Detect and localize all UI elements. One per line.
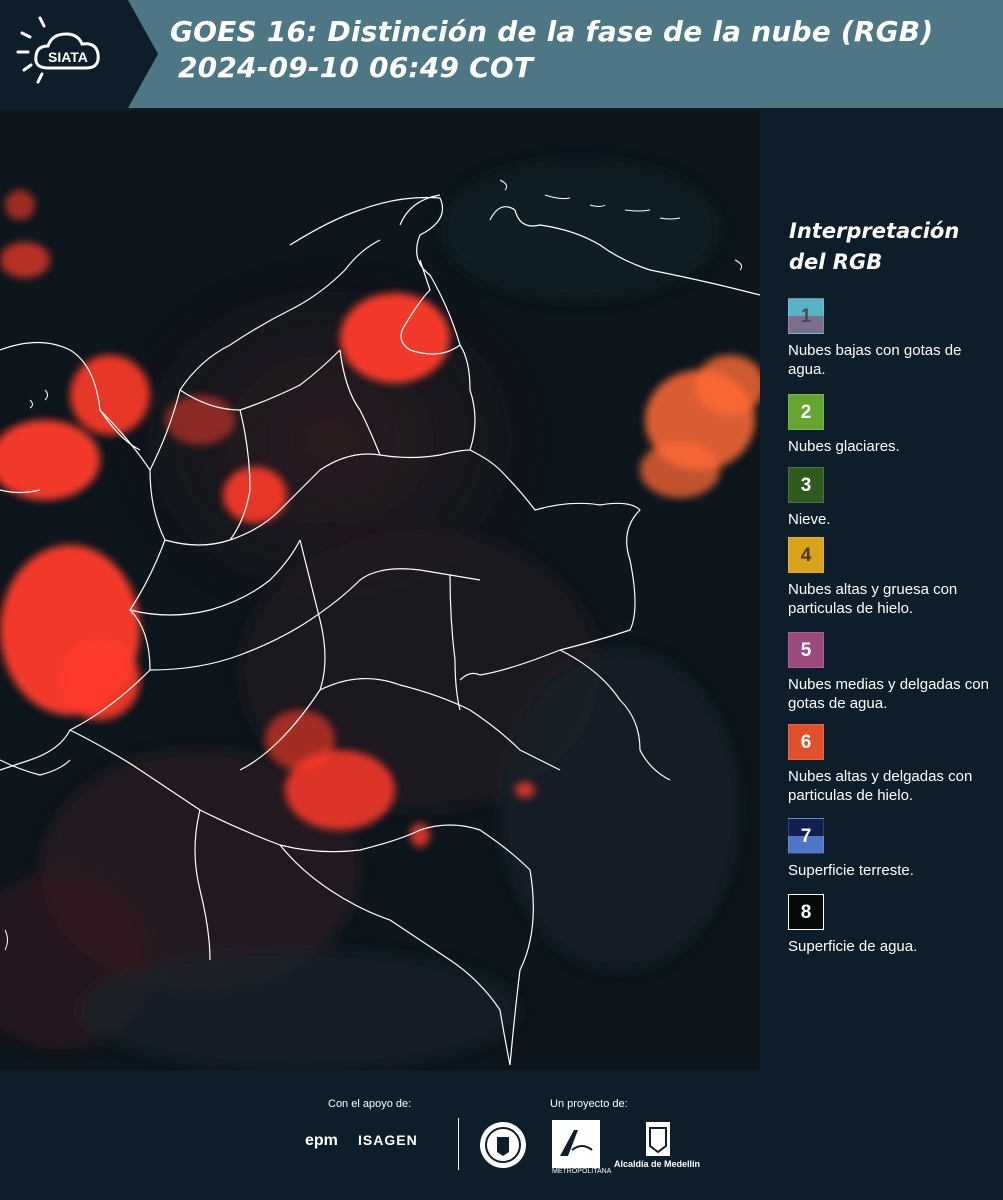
isagen-logo: ISAGEN bbox=[358, 1132, 418, 1148]
satellite-map bbox=[0, 110, 760, 1070]
page-title: GOES 16: Distinción de la fase de la nub… bbox=[170, 14, 933, 86]
legend-swatch-3: 3 bbox=[788, 467, 824, 503]
legend-number: 6 bbox=[800, 732, 812, 753]
legend-number: 3 bbox=[800, 475, 812, 496]
legend-label: Nubes glaciares. bbox=[788, 438, 900, 455]
legend-item-8: 8 Superficie de agua. bbox=[788, 894, 1003, 956]
legend-number: 8 bbox=[800, 902, 812, 923]
legend-item-5: 5 Nubes medias y delgadas con gotas de a… bbox=[788, 632, 1003, 713]
legend-number: 1 bbox=[800, 306, 812, 327]
legend-label: Superficie de agua. bbox=[788, 938, 918, 955]
legend-item-1: 1 Nubes bajas con gotas de agua. bbox=[788, 298, 1003, 379]
svg-text:SIATA: SIATA bbox=[48, 49, 88, 65]
epm-logo: epm bbox=[305, 1132, 338, 1149]
legend-panel: Interpretación del RGB 1 Nubes bajas con… bbox=[762, 110, 1003, 1070]
legend-label: Nubes medias y delgadas con gotas de agu… bbox=[788, 676, 989, 712]
legend-item-2: 2 Nubes glaciares. bbox=[788, 394, 1003, 456]
footer: Con el apoyo de: Un proyecto de: epm ISA… bbox=[0, 1070, 1003, 1200]
area-metropolitana-text: METROPOLITANA bbox=[552, 1168, 612, 1175]
legend-item-4: 4 Nubes altas y gruesa con particulas de… bbox=[788, 537, 1003, 618]
title-line-1: GOES 16: Distinción de la fase de la nub… bbox=[170, 15, 934, 48]
legend-number: 5 bbox=[800, 640, 812, 661]
seal-icon bbox=[480, 1122, 526, 1168]
alcaldia-text: Alcaldía de Medellín bbox=[614, 1159, 701, 1169]
legend-item-6: 6 Nubes altas y delgadas con particulas … bbox=[788, 724, 1003, 805]
legend-item-7: 7 Superficie terreste. bbox=[788, 818, 1003, 880]
legend-swatch-6: 6 bbox=[788, 724, 824, 760]
alcaldia-shield-icon bbox=[646, 1122, 670, 1156]
legend-label: Nubes altas y gruesa con particulas de h… bbox=[788, 581, 958, 617]
support-label: Con el apoyo de: bbox=[328, 1098, 412, 1110]
legend-number: 2 bbox=[800, 402, 812, 423]
legend-swatch-4: 4 bbox=[788, 537, 824, 573]
area-metropolitana-logo bbox=[552, 1120, 600, 1168]
legend-number: 7 bbox=[800, 826, 812, 847]
title-line-2: 2024-09-10 06:49 COT bbox=[178, 51, 534, 84]
legend-swatch-5: 5 bbox=[788, 632, 824, 668]
legend-label: Nubes bajas con gotas de agua. bbox=[788, 342, 962, 378]
footer-divider bbox=[458, 1118, 459, 1170]
legend-swatch-1: 1 bbox=[788, 298, 824, 334]
legend-item-3: 3 Nieve. bbox=[788, 467, 1003, 529]
legend-swatch-7: 7 bbox=[788, 818, 824, 854]
legend-label: Nubes altas y delgadas con particulas de… bbox=[788, 768, 973, 804]
legend-label: Nieve. bbox=[788, 511, 831, 528]
siata-logo: SIATA bbox=[0, 0, 158, 108]
header-bar: SIATA GOES 16: Distinción de la fase de … bbox=[0, 0, 1003, 108]
legend-swatch-8: 8 bbox=[788, 894, 824, 930]
legend-swatch-2: 2 bbox=[788, 394, 824, 430]
legend-label: Superficie terreste. bbox=[788, 862, 914, 879]
legend-title: Interpretación del RGB bbox=[789, 219, 960, 274]
project-label: Un proyecto de: bbox=[550, 1098, 628, 1110]
legend-number: 4 bbox=[800, 545, 812, 566]
